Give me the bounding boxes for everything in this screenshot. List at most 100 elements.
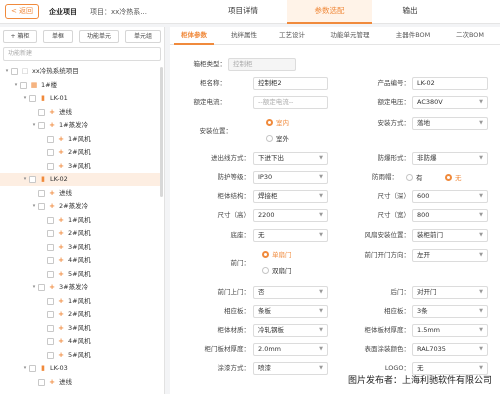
tree-checkbox[interactable] — [38, 378, 45, 386]
tree-checkbox[interactable] — [47, 338, 54, 345]
tree-item[interactable]: +3#风机 — [0, 241, 160, 254]
tree-item[interactable]: ▾ ▮ LK-02 — [0, 173, 160, 186]
tree-item[interactable]: +1#风机 — [0, 295, 160, 308]
tree-checkbox[interactable] — [29, 95, 36, 102]
fan-position-select[interactable]: 装柜前门 ▼ — [412, 229, 488, 242]
size-height-select[interactable]: 2200 ▼ — [253, 209, 328, 222]
unit-group-button[interactable]: 单元组 — [125, 30, 161, 43]
in-out-method-select[interactable]: 下进下出 ▼ — [253, 152, 328, 165]
cabinet-material-select[interactable]: 冷轧钢板 ▼ — [253, 324, 328, 337]
tree-search-input[interactable]: 功能新建 — [3, 47, 161, 61]
tab-project-details[interactable]: 项目详情 — [203, 0, 283, 24]
tree-item[interactable]: + 进线 — [0, 376, 160, 389]
rated-voltage-select[interactable]: AC380V ▼ — [412, 96, 488, 109]
protection-level-select[interactable]: IP30 ▼ — [253, 171, 328, 184]
install-method-select[interactable]: 落地 ▼ — [412, 117, 488, 130]
caret-down-icon[interactable]: ▾ — [31, 119, 37, 132]
tree-checkbox[interactable] — [47, 257, 54, 264]
tree-checkbox[interactable] — [47, 216, 54, 224]
tree-checkbox[interactable] — [38, 189, 45, 197]
rated-current-input[interactable]: --额定电流-- — [253, 96, 328, 109]
tree-checkbox[interactable] — [47, 243, 54, 251]
top-plate-select[interactable]: 条板 ▼ — [253, 305, 328, 318]
tree-checkbox[interactable] — [38, 203, 45, 210]
tree-item[interactable]: +3#风机 — [0, 322, 160, 335]
back-button[interactable]: < 返回 — [5, 4, 39, 19]
tree-checkbox[interactable] — [38, 122, 45, 129]
tree-checkbox[interactable] — [29, 365, 36, 372]
function-unit-button[interactable]: 功能单元 — [79, 30, 119, 43]
tree-checkbox[interactable] — [11, 68, 18, 75]
tree-item[interactable]: ▾ +3#蒸发冷 — [0, 281, 160, 294]
tab-main-bom[interactable]: 主器件BOM — [390, 27, 436, 45]
side-plate-select[interactable]: 3条 ▼ — [412, 305, 488, 318]
size-width-select[interactable]: 800 ▼ — [412, 209, 488, 222]
project-label[interactable]: 企业项目 — [49, 0, 77, 24]
tree-checkbox[interactable] — [47, 311, 54, 318]
tab-anti-trip[interactable]: 抗绊属性 — [226, 27, 262, 45]
caret-down-icon[interactable]: ▾ — [4, 65, 10, 78]
front-door-top-select[interactable]: 否 ▼ — [253, 286, 328, 299]
product-no-input[interactable]: LK-02 — [412, 77, 488, 90]
surface-color-select[interactable]: RAL7035 ▼ — [412, 343, 488, 356]
caret-down-icon[interactable]: ▾ — [31, 200, 37, 213]
tab-function-unit-mgmt[interactable]: 功能单元管理 — [322, 27, 378, 45]
tab-process-design[interactable]: 工艺设计 — [274, 27, 310, 45]
tree-checkbox[interactable] — [47, 135, 54, 143]
tree-scrollbar[interactable] — [160, 67, 163, 197]
tree-item[interactable]: +5#风机 — [0, 268, 160, 281]
tree-item[interactable]: +3#风机 — [0, 160, 160, 173]
tree-item[interactable]: ▾ ▦ 1#楼 — [0, 79, 160, 92]
rain-cover-no-radio[interactable]: 无 — [445, 172, 462, 184]
door-thickness-select[interactable]: 2.0mm ▼ — [253, 343, 328, 356]
tree-item[interactable]: +1#风机 — [0, 133, 160, 146]
single-door-radio[interactable]: 单扇门 — [262, 249, 292, 261]
protection-form-select[interactable]: 非防爆 ▼ — [412, 152, 488, 165]
tree-item[interactable]: +5#风机 — [0, 349, 160, 362]
rain-cover-yes-radio[interactable]: 有 — [406, 172, 423, 184]
cabinet-name-input[interactable]: 控制柜2 — [253, 77, 328, 90]
rear-door-select[interactable]: 对开门 ▼ — [412, 286, 488, 299]
tree-item[interactable]: +2#风机 — [0, 308, 160, 321]
tree-item[interactable]: +1#风机 — [0, 214, 160, 227]
single-frame-button[interactable]: 单框 — [43, 30, 73, 43]
tree-item[interactable]: +4#风机 — [0, 335, 160, 348]
front-door-open-select[interactable]: 左开 ▼ — [412, 249, 488, 262]
tree-item[interactable]: ▾ +1#蒸发冷 — [0, 119, 160, 132]
tree-item[interactable]: + 进线 — [0, 187, 160, 200]
tree-item[interactable]: +4#风机 — [0, 254, 160, 267]
tree-item[interactable]: ▾ □ xx冷热系统项目 — [0, 65, 160, 78]
paint-method-select[interactable]: 喷漆 ▼ — [253, 362, 328, 375]
base-select[interactable]: 无 ▼ — [253, 229, 328, 242]
tab-cabinet-params[interactable]: 柜体参数 — [174, 27, 214, 45]
tree-item[interactable]: ▾ +2#蒸发冷 — [0, 200, 160, 213]
tree-item[interactable]: +2#风机 — [0, 227, 160, 240]
tree-checkbox[interactable] — [38, 284, 45, 291]
tree-checkbox[interactable] — [47, 149, 54, 156]
tree-item[interactable]: ▾ ▮ LK-03 — [0, 362, 160, 375]
double-door-radio[interactable]: 双扇门 — [262, 265, 292, 277]
caret-down-icon[interactable]: ▾ — [31, 281, 37, 294]
tree-checkbox[interactable] — [20, 81, 27, 89]
tree-item[interactable]: ▾ ▮ LK-01 — [0, 92, 160, 105]
tree-checkbox[interactable] — [38, 108, 45, 116]
tree-item[interactable]: + 进线 — [0, 106, 160, 119]
add-cabinet-button[interactable]: + 箱柜 — [3, 30, 37, 43]
caret-down-icon[interactable]: ▾ — [13, 79, 19, 92]
tree-checkbox[interactable] — [47, 162, 54, 170]
tree-checkbox[interactable] — [47, 324, 54, 332]
tab-secondary-bom[interactable]: 二次BOM — [450, 27, 490, 45]
cabinet-thickness-select[interactable]: 1.5mm ▼ — [412, 324, 488, 337]
tab-parameter-config[interactable]: 参数选配 — [287, 0, 372, 24]
size-depth-select[interactable]: 600 ▼ — [412, 190, 488, 203]
install-outdoor-radio[interactable]: 室外 — [266, 133, 289, 145]
caret-down-icon[interactable]: ▾ — [22, 92, 28, 105]
install-indoor-radio[interactable]: 室内 — [266, 117, 289, 129]
caret-down-icon[interactable]: ▾ — [22, 362, 28, 375]
tree-checkbox[interactable] — [47, 270, 54, 278]
tab-output[interactable]: 输出 — [380, 0, 440, 24]
tree-checkbox[interactable] — [47, 297, 54, 305]
tree-checkbox[interactable] — [47, 230, 54, 237]
cabinet-structure-select[interactable]: 焊接柜 ▼ — [253, 190, 328, 203]
caret-down-icon[interactable]: ▾ — [22, 173, 28, 186]
